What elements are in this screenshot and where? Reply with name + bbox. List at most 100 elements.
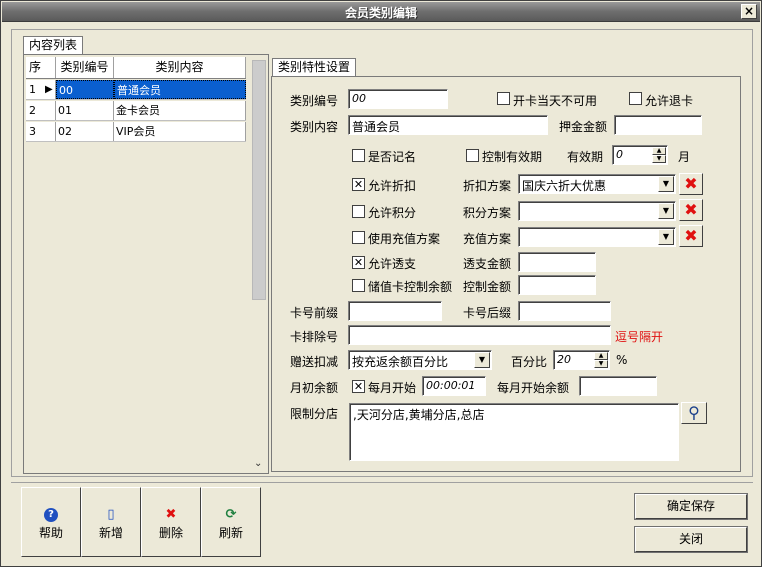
recharge-plan-label: 充值方案: [463, 232, 512, 246]
col-seq[interactable]: 序: [26, 57, 56, 78]
grid-header: 序 类别编号 类别内容: [26, 57, 246, 79]
named-checkbox[interactable]: [352, 149, 365, 162]
overdraft-amount-input[interactable]: [518, 252, 596, 272]
scrollbar-thumb[interactable]: [252, 60, 266, 300]
table-row[interactable]: 2 01 金卡会员: [26, 101, 246, 121]
valid-period-stepper[interactable]: 0 ▲ ▼: [612, 145, 668, 165]
chevron-down-icon[interactable]: ▼: [474, 352, 490, 368]
deposit-input[interactable]: [614, 115, 702, 135]
close-window-button[interactable]: ×: [741, 4, 757, 19]
delete-icon: ✖: [165, 507, 177, 522]
spin-down-icon[interactable]: ▼: [594, 360, 608, 368]
discount-plan-label: 折扣方案: [463, 179, 512, 193]
allow-refund-label: 允许退卡: [645, 94, 694, 108]
spin-down-icon[interactable]: ▼: [652, 155, 666, 163]
use-recharge-label: 使用充值方案: [368, 232, 441, 246]
recharge-plan-select[interactable]: ▼: [518, 227, 676, 247]
refresh-button[interactable]: ⟳ 刷新: [201, 487, 261, 557]
exclude-input[interactable]: [348, 325, 611, 345]
save-button[interactable]: 确定保存: [634, 493, 748, 520]
control-valid-checkbox[interactable]: [466, 149, 479, 162]
monthly-time-input[interactable]: 00:00:01: [422, 376, 486, 396]
row-seq: 3: [26, 122, 56, 141]
new-document-icon: ▯: [107, 507, 115, 522]
clear-recharge-button[interactable]: ✖: [679, 225, 703, 247]
monthly-start-balance-label: 每月开始余额: [497, 381, 570, 395]
row-name[interactable]: 普通会员: [114, 80, 246, 99]
allow-discount-label: 允许折扣: [368, 179, 417, 193]
allow-overdraft-checkbox[interactable]: ✕: [352, 256, 365, 269]
delete-button[interactable]: ✖ 删除: [141, 487, 201, 557]
row-pointer-icon: ▶: [45, 84, 53, 95]
overdraft-amount-label: 透支金额: [463, 257, 512, 271]
refresh-icon: ⟳: [225, 507, 237, 522]
grid-scrollbar[interactable]: ⌄: [251, 58, 267, 473]
control-valid-label: 控制有效期: [482, 150, 543, 164]
row-seq: 2: [26, 101, 56, 120]
spin-up-icon[interactable]: ▲: [652, 147, 666, 155]
row-code[interactable]: 01: [56, 101, 114, 120]
control-amount-label: 控制金额: [463, 280, 512, 294]
col-code[interactable]: 类别编号: [56, 57, 114, 78]
close-button[interactable]: 关闭: [634, 526, 748, 553]
row-name[interactable]: 金卡会员: [114, 101, 246, 120]
chevron-down-icon[interactable]: ▼: [658, 229, 674, 245]
valid-unit: 月: [678, 150, 691, 164]
allow-points-label: 允许积分: [368, 206, 417, 220]
code-label: 类别编号: [290, 94, 339, 108]
deposit-label: 押金金额: [559, 120, 608, 134]
gift-deduct-select[interactable]: 按充返余额百分比 ▼: [348, 350, 492, 370]
named-label: 是否记名: [368, 150, 417, 164]
tab-content-list[interactable]: 内容列表: [23, 36, 84, 55]
delete-label: 删除: [158, 526, 183, 540]
col-name[interactable]: 类别内容: [114, 57, 246, 78]
clear-points-button[interactable]: ✖: [679, 199, 703, 221]
spin-up-icon[interactable]: ▲: [594, 352, 608, 360]
use-recharge-checkbox[interactable]: [352, 231, 365, 244]
branch-textarea[interactable]: ,天河分店,黄埔分店,总店: [349, 403, 679, 461]
row-code[interactable]: 00: [56, 80, 114, 99]
scroll-down-icon[interactable]: ⌄: [254, 458, 262, 469]
tab-category-settings[interactable]: 类别特性设置: [272, 58, 357, 77]
add-label: 新增: [98, 526, 123, 540]
discount-plan-value: 国庆六折大优惠: [522, 179, 607, 193]
search-branch-button[interactable]: ⚲: [681, 402, 707, 424]
row-seq: 1: [29, 83, 36, 96]
code-input[interactable]: 00: [348, 89, 448, 109]
monthly-start-checkbox[interactable]: ✕: [352, 380, 365, 393]
points-plan-select[interactable]: ▼: [518, 201, 676, 221]
allow-points-checkbox[interactable]: [352, 205, 365, 218]
stored-control-checkbox[interactable]: [352, 279, 365, 292]
member-category-window: 会员类别编辑 × 内容列表 序 类别编号 类别内容 1 ▶ 00 普通会员 2 …: [0, 0, 762, 567]
prefix-label: 卡号前缀: [290, 306, 339, 320]
add-button[interactable]: ▯ 新增: [81, 487, 141, 557]
allow-refund-checkbox[interactable]: [629, 92, 642, 105]
percent-value: 20: [557, 353, 571, 366]
table-row[interactable]: 3 02 VIP会员: [26, 122, 246, 142]
percent-unit: %: [616, 353, 628, 367]
no-same-day-checkbox[interactable]: [497, 92, 510, 105]
chevron-down-icon[interactable]: ▼: [658, 176, 674, 192]
control-amount-input[interactable]: [518, 275, 596, 295]
row-name[interactable]: VIP会员: [114, 122, 246, 141]
valid-label: 有效期: [567, 150, 604, 164]
help-label: 帮助: [38, 526, 63, 540]
suffix-label: 卡号后缀: [463, 306, 512, 320]
chevron-down-icon[interactable]: ▼: [658, 203, 674, 219]
clear-discount-button[interactable]: ✖: [679, 173, 703, 195]
allow-overdraft-label: 允许透支: [368, 257, 417, 271]
content-input[interactable]: 普通会员: [348, 115, 548, 135]
table-row[interactable]: 1 ▶ 00 普通会员: [26, 80, 246, 100]
discount-plan-select[interactable]: 国庆六折大优惠 ▼: [518, 174, 676, 194]
percent-label: 百分比: [511, 355, 548, 369]
allow-discount-checkbox[interactable]: ✕: [352, 178, 365, 191]
search-icon: ⚲: [688, 403, 700, 422]
help-button[interactable]: ? 帮助: [21, 487, 81, 557]
title-bar: 会员类别编辑 ×: [2, 2, 760, 22]
suffix-input[interactable]: [518, 301, 611, 321]
prefix-input[interactable]: [348, 301, 442, 321]
row-code[interactable]: 02: [56, 122, 114, 141]
monthly-balance-label: 月初余额: [290, 381, 339, 395]
percent-stepper[interactable]: 20 ▲ ▼: [553, 350, 610, 370]
monthly-start-balance-input[interactable]: [579, 376, 657, 396]
